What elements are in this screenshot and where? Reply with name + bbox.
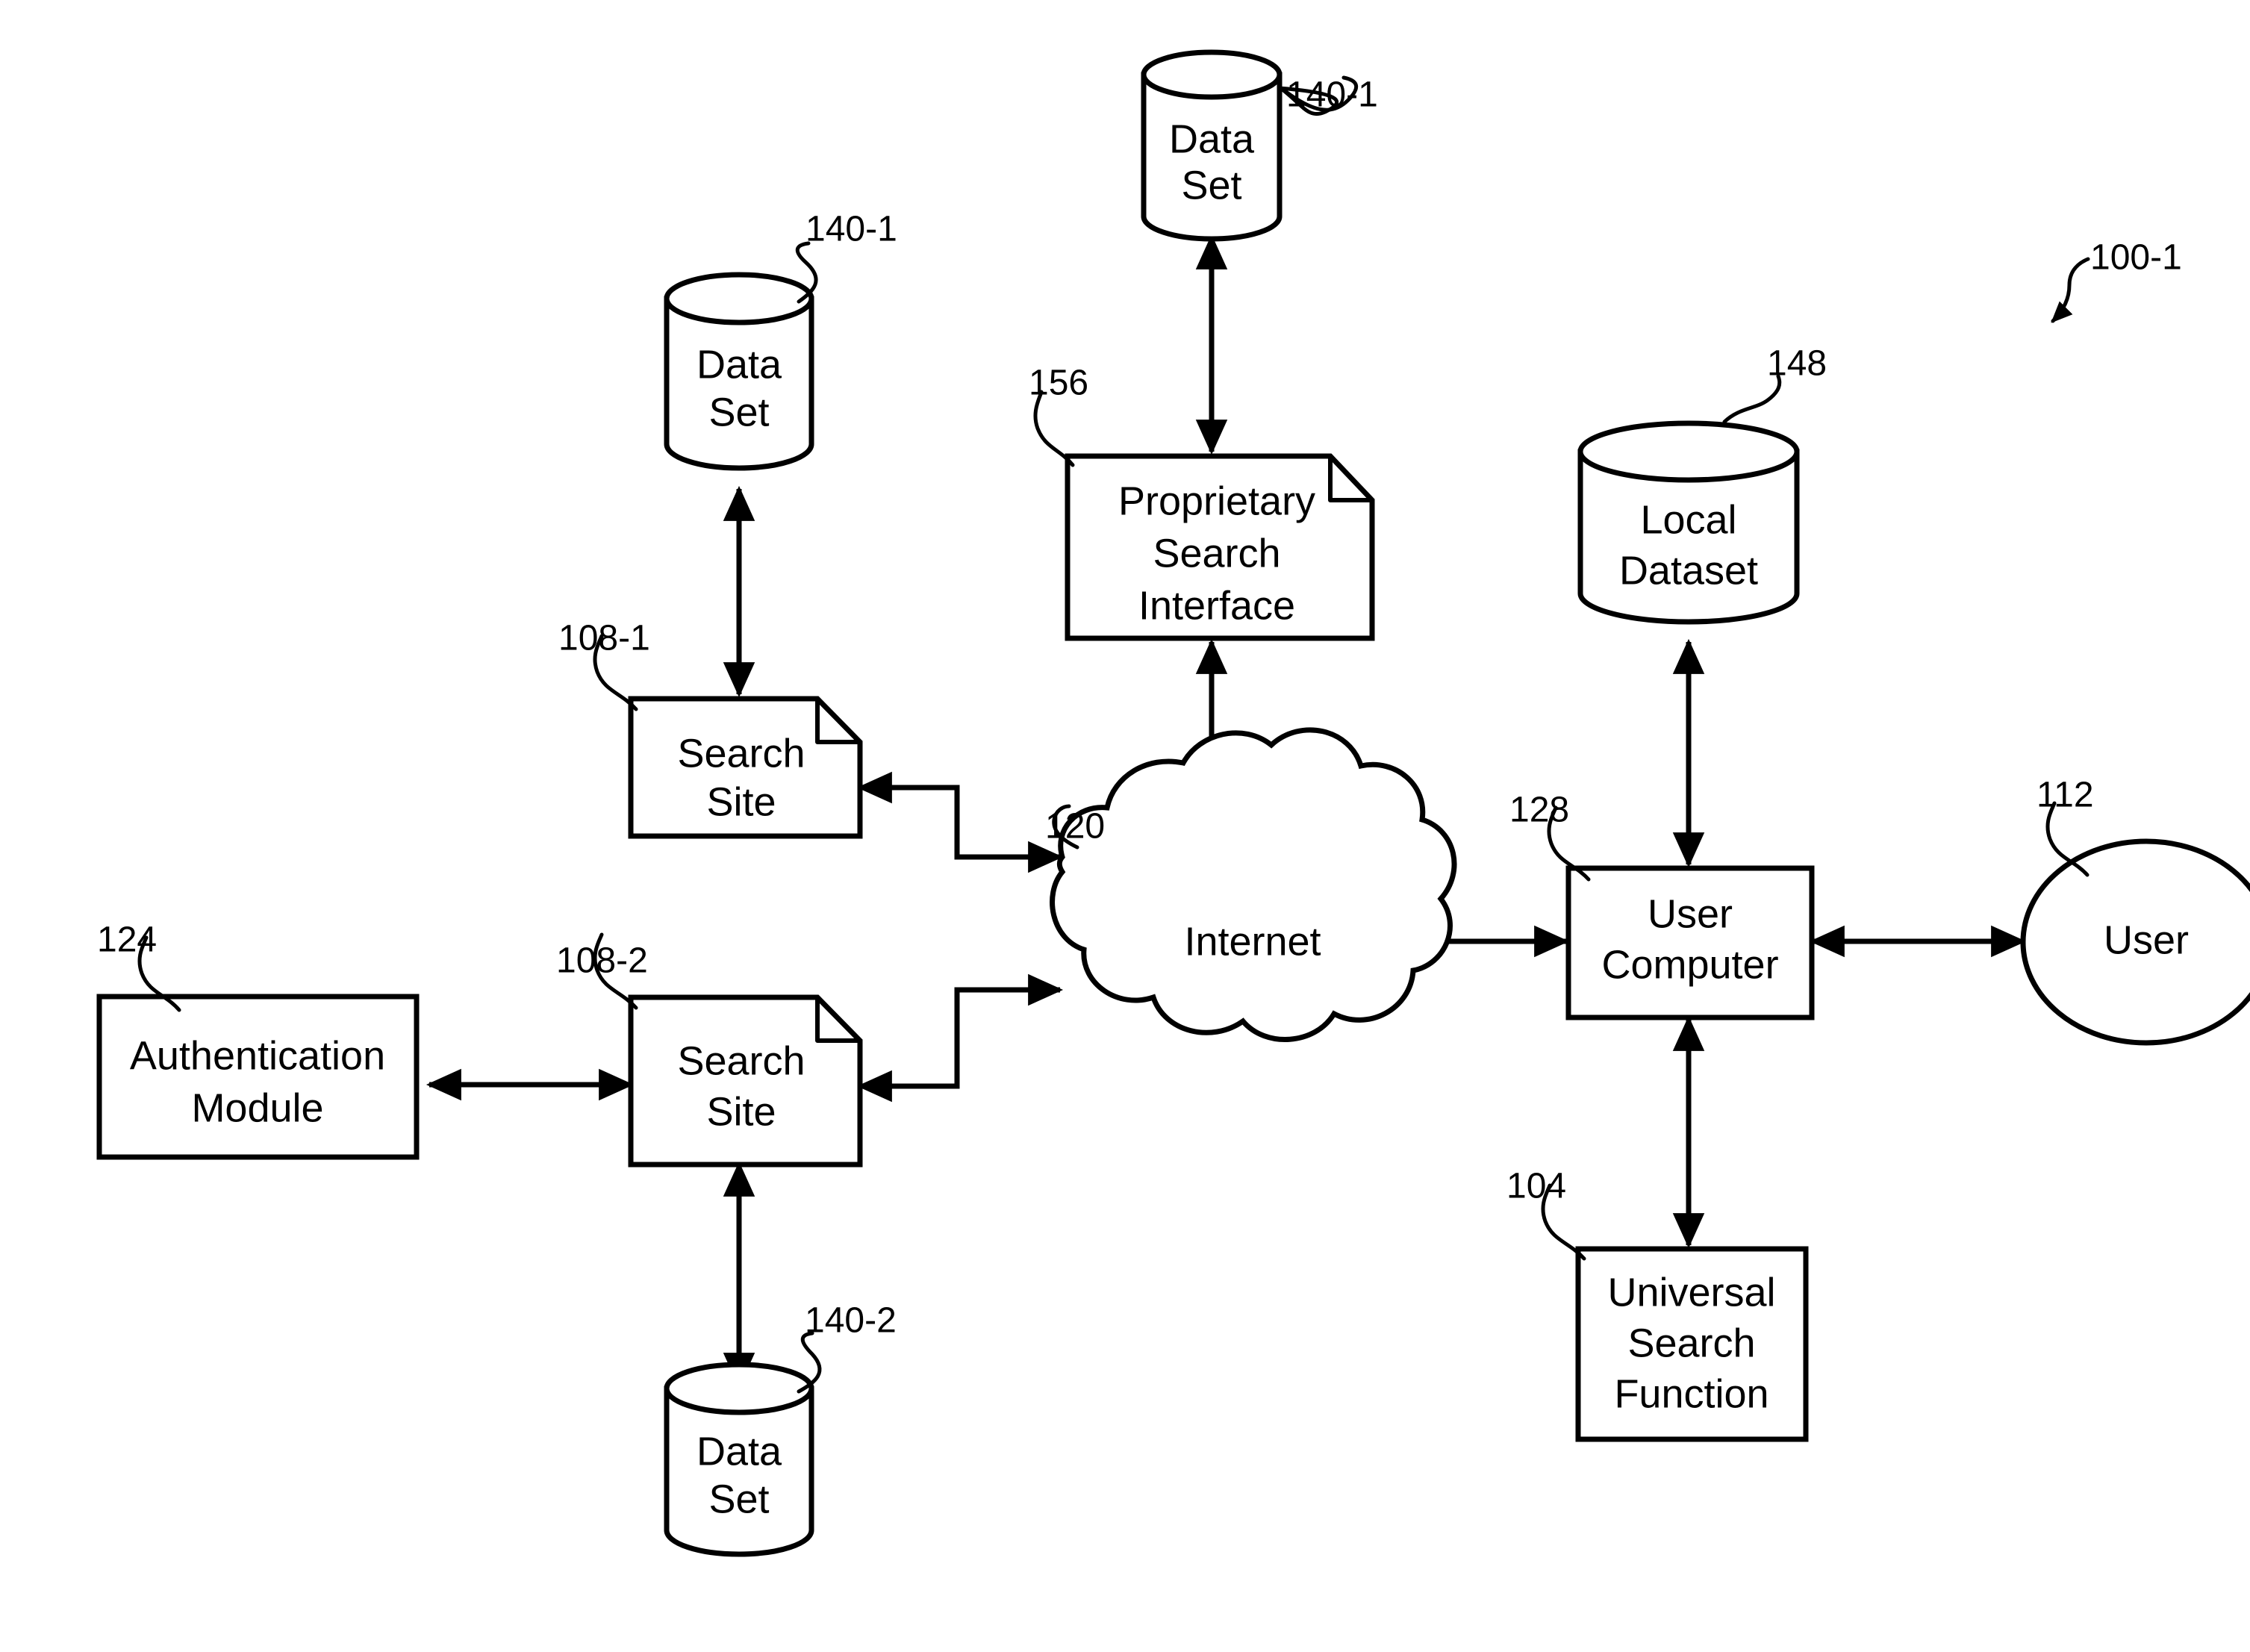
node-local-dataset[interactable]: Local Dataset [1577,420,1800,625]
ref-text-120: 120 [1045,807,1105,847]
ref-text-128: 128 [1509,791,1569,830]
ref-callout-140-2: 140-2 [797,1301,897,1394]
leader-line-100-1 [2051,257,2090,323]
auth-module-label-line1: Authentication [130,1033,385,1078]
ref-callout-140-1-left: 140-1 [795,210,897,304]
cloud-shape-internet [1050,727,1457,1042]
user-computer-label-line2: Computer [1601,942,1778,987]
ref-text-140-1-top: 140-1 [1286,75,1378,115]
data-set-top-label-line2: Set [1181,163,1241,208]
internet-label: Internet [1184,919,1321,964]
data-set-bottom-label-line1: Data [696,1429,782,1474]
connector-internet-to-searchsite1 [856,771,1060,860]
data-set-left-label-line2: Set [708,390,769,434]
user-computer-label-line1: User [1648,891,1733,936]
node-user[interactable]: User [2020,838,2250,1046]
data-set-left-label-line1: Data [696,342,782,387]
ref-callout-140-1-top: 140-1 [1277,75,1378,116]
connector-searchsite1-to-internet [860,785,1064,873]
data-set-bottom-label-line2: Set [708,1477,769,1521]
searchsite1-label-line1: Search [677,731,805,776]
connector-searchsite2-to-internet [860,973,1064,1089]
node-universal-search-function[interactable]: Universal Search Function [1575,1246,1809,1442]
ref-callout-148: 148 [1722,344,1827,424]
ref-text-124: 124 [97,920,157,960]
node-data-set-left[interactable]: Data Set [664,272,814,471]
node-data-set-bottom[interactable]: Data Set [664,1362,814,1557]
ref-text-156: 156 [1029,364,1088,403]
ref-callout-156: 156 [1029,364,1088,467]
ref-callout-120: 120 [1045,804,1105,850]
cylinder-top-ellipse-bottom-dataset [664,1362,814,1415]
diagram-canvas: Data Set 140-1 Data Set 140-1 Proprietar… [96,49,2250,1557]
cylinder-top-ellipse-local-dataset [1577,420,1800,483]
ref-callout-108-1: 108-1 [558,619,650,711]
usf-label-line3: Function [1614,1371,1768,1416]
usf-label-line2: Search [1627,1321,1755,1365]
node-search-site-2[interactable]: Search Site [628,994,863,1168]
ref-text-148: 148 [1767,344,1827,384]
ref-text-112: 112 [2036,776,2094,815]
psi-label-line1: Proprietary [1118,479,1315,523]
searchsite2-label-line2: Site [706,1089,776,1134]
auth-module-label-line2: Module [191,1085,323,1130]
patent-figure: Data Set 140-1 Data Set 140-1 Proprietar… [0,0,2250,1652]
ref-callout-100-1: 100-1 [2051,238,2182,323]
node-data-set-top[interactable]: Data Set [1141,49,1283,242]
psi-label-line3: Interface [1138,583,1295,628]
node-proprietary-search-interface[interactable]: Proprietary Search Interface [1065,453,1375,641]
ref-text-108-1: 108-1 [558,619,650,658]
connector-internet-to-searchsite2 [856,987,1060,1103]
data-set-top-label-line1: Data [1169,116,1255,161]
node-user-computer[interactable]: User Computer [1565,865,1815,1020]
local-dataset-label-line2: Dataset [1619,548,1758,593]
searchsite1-label-line2: Site [706,779,776,824]
cylinder-top-ellipse-left-dataset [664,272,814,325]
ref-callout-104: 104 [1506,1167,1586,1261]
usf-label-line1: Universal [1607,1270,1775,1315]
ref-text-108-2: 108-2 [556,941,648,981]
node-authentication-module[interactable]: Authentication Module [96,994,420,1160]
ref-text-100-1: 100-1 [2090,238,2182,278]
user-label: User [2104,917,2189,962]
ref-text-140-1-left: 140-1 [805,210,897,249]
psi-label-line2: Search [1153,531,1280,576]
ref-text-104: 104 [1506,1167,1566,1206]
cylinder-top-ellipse-top-dataset [1141,49,1283,100]
searchsite2-label-line1: Search [677,1038,805,1083]
node-search-site-1[interactable]: Search Site [628,696,863,839]
ref-text-140-2: 140-2 [805,1301,897,1341]
node-internet[interactable]: Internet [1050,727,1457,1042]
local-dataset-label-line1: Local [1640,497,1736,542]
